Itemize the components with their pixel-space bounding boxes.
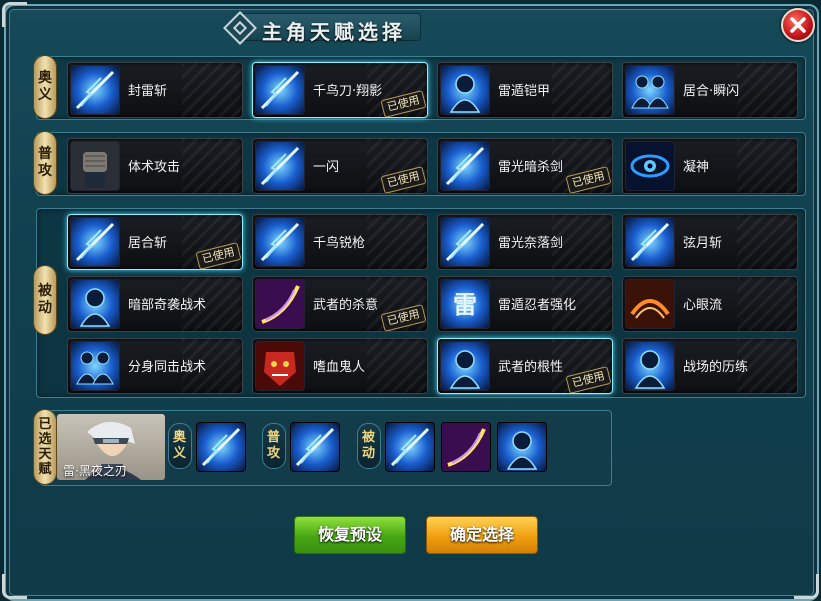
- skill-name: 雷光奈落剑: [498, 236, 564, 251]
- selected-beidong-slot-3[interactable]: [498, 423, 546, 471]
- card-decoration: [367, 339, 427, 393]
- close-icon: [790, 17, 806, 33]
- skill-name: 武者的杀意: [313, 298, 379, 313]
- lightning-strike-icon: [291, 423, 339, 471]
- eye-icon: [626, 142, 674, 190]
- skill-card-beidong-7[interactable]: 雷 雷遁忍者强化: [437, 276, 613, 332]
- skill-name: 居合·瞬闪: [683, 84, 740, 99]
- close-button[interactable]: [781, 8, 815, 42]
- page-title: 主角天赋选择: [262, 20, 406, 44]
- skill-card-beidong-10[interactable]: 嗜血鬼人: [252, 338, 428, 394]
- ghost-ninja-icon: [626, 342, 674, 390]
- skill-name: 分身同击战术: [128, 360, 207, 375]
- ninja-dash-icon: [626, 66, 674, 114]
- slash-wave-icon: [386, 423, 434, 471]
- selected-pugong-slot[interactable]: [291, 423, 339, 471]
- skill-card-pugong-1[interactable]: 体术攻击: [67, 138, 243, 194]
- skill-card-beidong-4[interactable]: 弦月斩: [622, 214, 798, 270]
- ninja-silhouette-icon: [71, 280, 119, 328]
- skill-card-aoyi-2[interactable]: 千鸟刀·翔影 已使用: [252, 62, 428, 118]
- confirm-button[interactable]: 确定选择: [426, 516, 538, 554]
- skill-card-beidong-6[interactable]: 武者的杀意 已使用: [252, 276, 428, 332]
- skill-card-beidong-5[interactable]: 暗部奇袭战术: [67, 276, 243, 332]
- skill-name: 暗部奇袭战术: [128, 298, 207, 313]
- skill-card-beidong-12[interactable]: 战场的历练: [622, 338, 798, 394]
- selected-talents-label: 已选天赋: [34, 410, 56, 484]
- skill-name: 弦月斩: [683, 236, 723, 251]
- thunder-glyph-icon: 雷: [441, 280, 489, 328]
- selected-aoyi-slot[interactable]: [197, 423, 245, 471]
- slash-wave-icon: [71, 218, 119, 266]
- purple-slash-icon: [442, 423, 490, 471]
- skill-name: 雷遁忍者强化: [498, 298, 577, 313]
- blue-blade-icon: [71, 66, 119, 114]
- card-decoration: [552, 63, 612, 117]
- skill-name: 千鸟刀·翔影: [313, 84, 383, 99]
- skill-card-pugong-2[interactable]: 一闪 已使用: [252, 138, 428, 194]
- skill-card-beidong-1[interactable]: 居合斩 已使用: [67, 214, 243, 270]
- selected-beidong-slot-1[interactable]: [386, 423, 434, 471]
- card-decoration: [737, 277, 797, 331]
- card-decoration: [737, 215, 797, 269]
- aoyi-row-label: 奥义: [34, 56, 56, 118]
- frame-corner: [794, 574, 819, 599]
- skill-card-pugong-4[interactable]: 凝神: [622, 138, 798, 194]
- selected-pugong-label: 普攻: [262, 423, 286, 469]
- skill-card-pugong-3[interactable]: 雷光暗杀剑 已使用: [437, 138, 613, 194]
- card-decoration: [737, 63, 797, 117]
- selected-aoyi-label: 奥义: [168, 423, 192, 469]
- lightning-armor-icon: [441, 66, 489, 114]
- skill-card-aoyi-1[interactable]: 封雷斩: [67, 62, 243, 118]
- card-decoration: [367, 215, 427, 269]
- blue-pillar-icon: [441, 218, 489, 266]
- skill-name: 战场的历练: [683, 360, 749, 375]
- hero-name: 雷·黑夜之刃: [63, 464, 127, 478]
- card-decoration: [737, 139, 797, 193]
- lightning-sword-icon: [197, 423, 245, 471]
- skill-name: 居合斩: [128, 236, 168, 251]
- crescent-slash-icon: [626, 218, 674, 266]
- pugong-row-label: 普攻: [34, 132, 56, 194]
- skill-name: 雷遁铠甲: [498, 84, 551, 99]
- selected-beidong-slot-2[interactable]: [442, 423, 490, 471]
- skill-card-aoyi-3[interactable]: 雷遁铠甲: [437, 62, 613, 118]
- frame-corner: [2, 2, 27, 27]
- clone-ninja-icon: [71, 342, 119, 390]
- skill-name: 千鸟锐枪: [313, 236, 366, 251]
- skill-name: 凝神: [683, 160, 710, 175]
- skill-card-beidong-9[interactable]: 分身同击战术: [67, 338, 243, 394]
- skill-card-beidong-3[interactable]: 雷光奈落剑: [437, 214, 613, 270]
- skill-name: 心眼流: [683, 298, 723, 313]
- lightning-strike-icon: [256, 142, 304, 190]
- skill-card-beidong-11[interactable]: 武者的根性 已使用: [437, 338, 613, 394]
- skill-card-beidong-2[interactable]: 千鸟锐枪: [252, 214, 428, 270]
- window-title: 主角天赋选择: [223, 10, 424, 45]
- demon-face-icon: [256, 342, 304, 390]
- card-decoration: [182, 139, 242, 193]
- hero-portrait: 雷·黑夜之刃: [57, 414, 165, 480]
- selected-beidong-label: 被动: [357, 423, 381, 469]
- ninja-head-icon: [441, 342, 489, 390]
- reset-button[interactable]: 恢复预设: [294, 516, 406, 554]
- fist-icon: [71, 142, 119, 190]
- skill-card-beidong-8[interactable]: 心眼流: [622, 276, 798, 332]
- skill-name: 封雷斩: [128, 84, 168, 99]
- skill-name: 体术攻击: [128, 160, 181, 175]
- frame-corner: [2, 574, 27, 599]
- skill-name: 一闪: [313, 160, 340, 175]
- skill-name: 嗜血鬼人: [313, 360, 366, 375]
- purple-slash-icon: [256, 280, 304, 328]
- card-decoration: [182, 63, 242, 117]
- lightning-sword-icon: [256, 66, 304, 114]
- scroll-icon: [626, 280, 674, 328]
- skill-card-aoyi-4[interactable]: 居合·瞬闪: [622, 62, 798, 118]
- blade-cross-icon: [441, 142, 489, 190]
- skill-name: 雷光暗杀剑: [498, 160, 564, 175]
- beidong-row-label: 被动: [34, 266, 56, 334]
- svg-text:雷: 雷: [453, 291, 477, 319]
- ninja-head-icon: [498, 423, 546, 471]
- lightning-spear-icon: [256, 218, 304, 266]
- skill-name: 武者的根性: [498, 360, 564, 375]
